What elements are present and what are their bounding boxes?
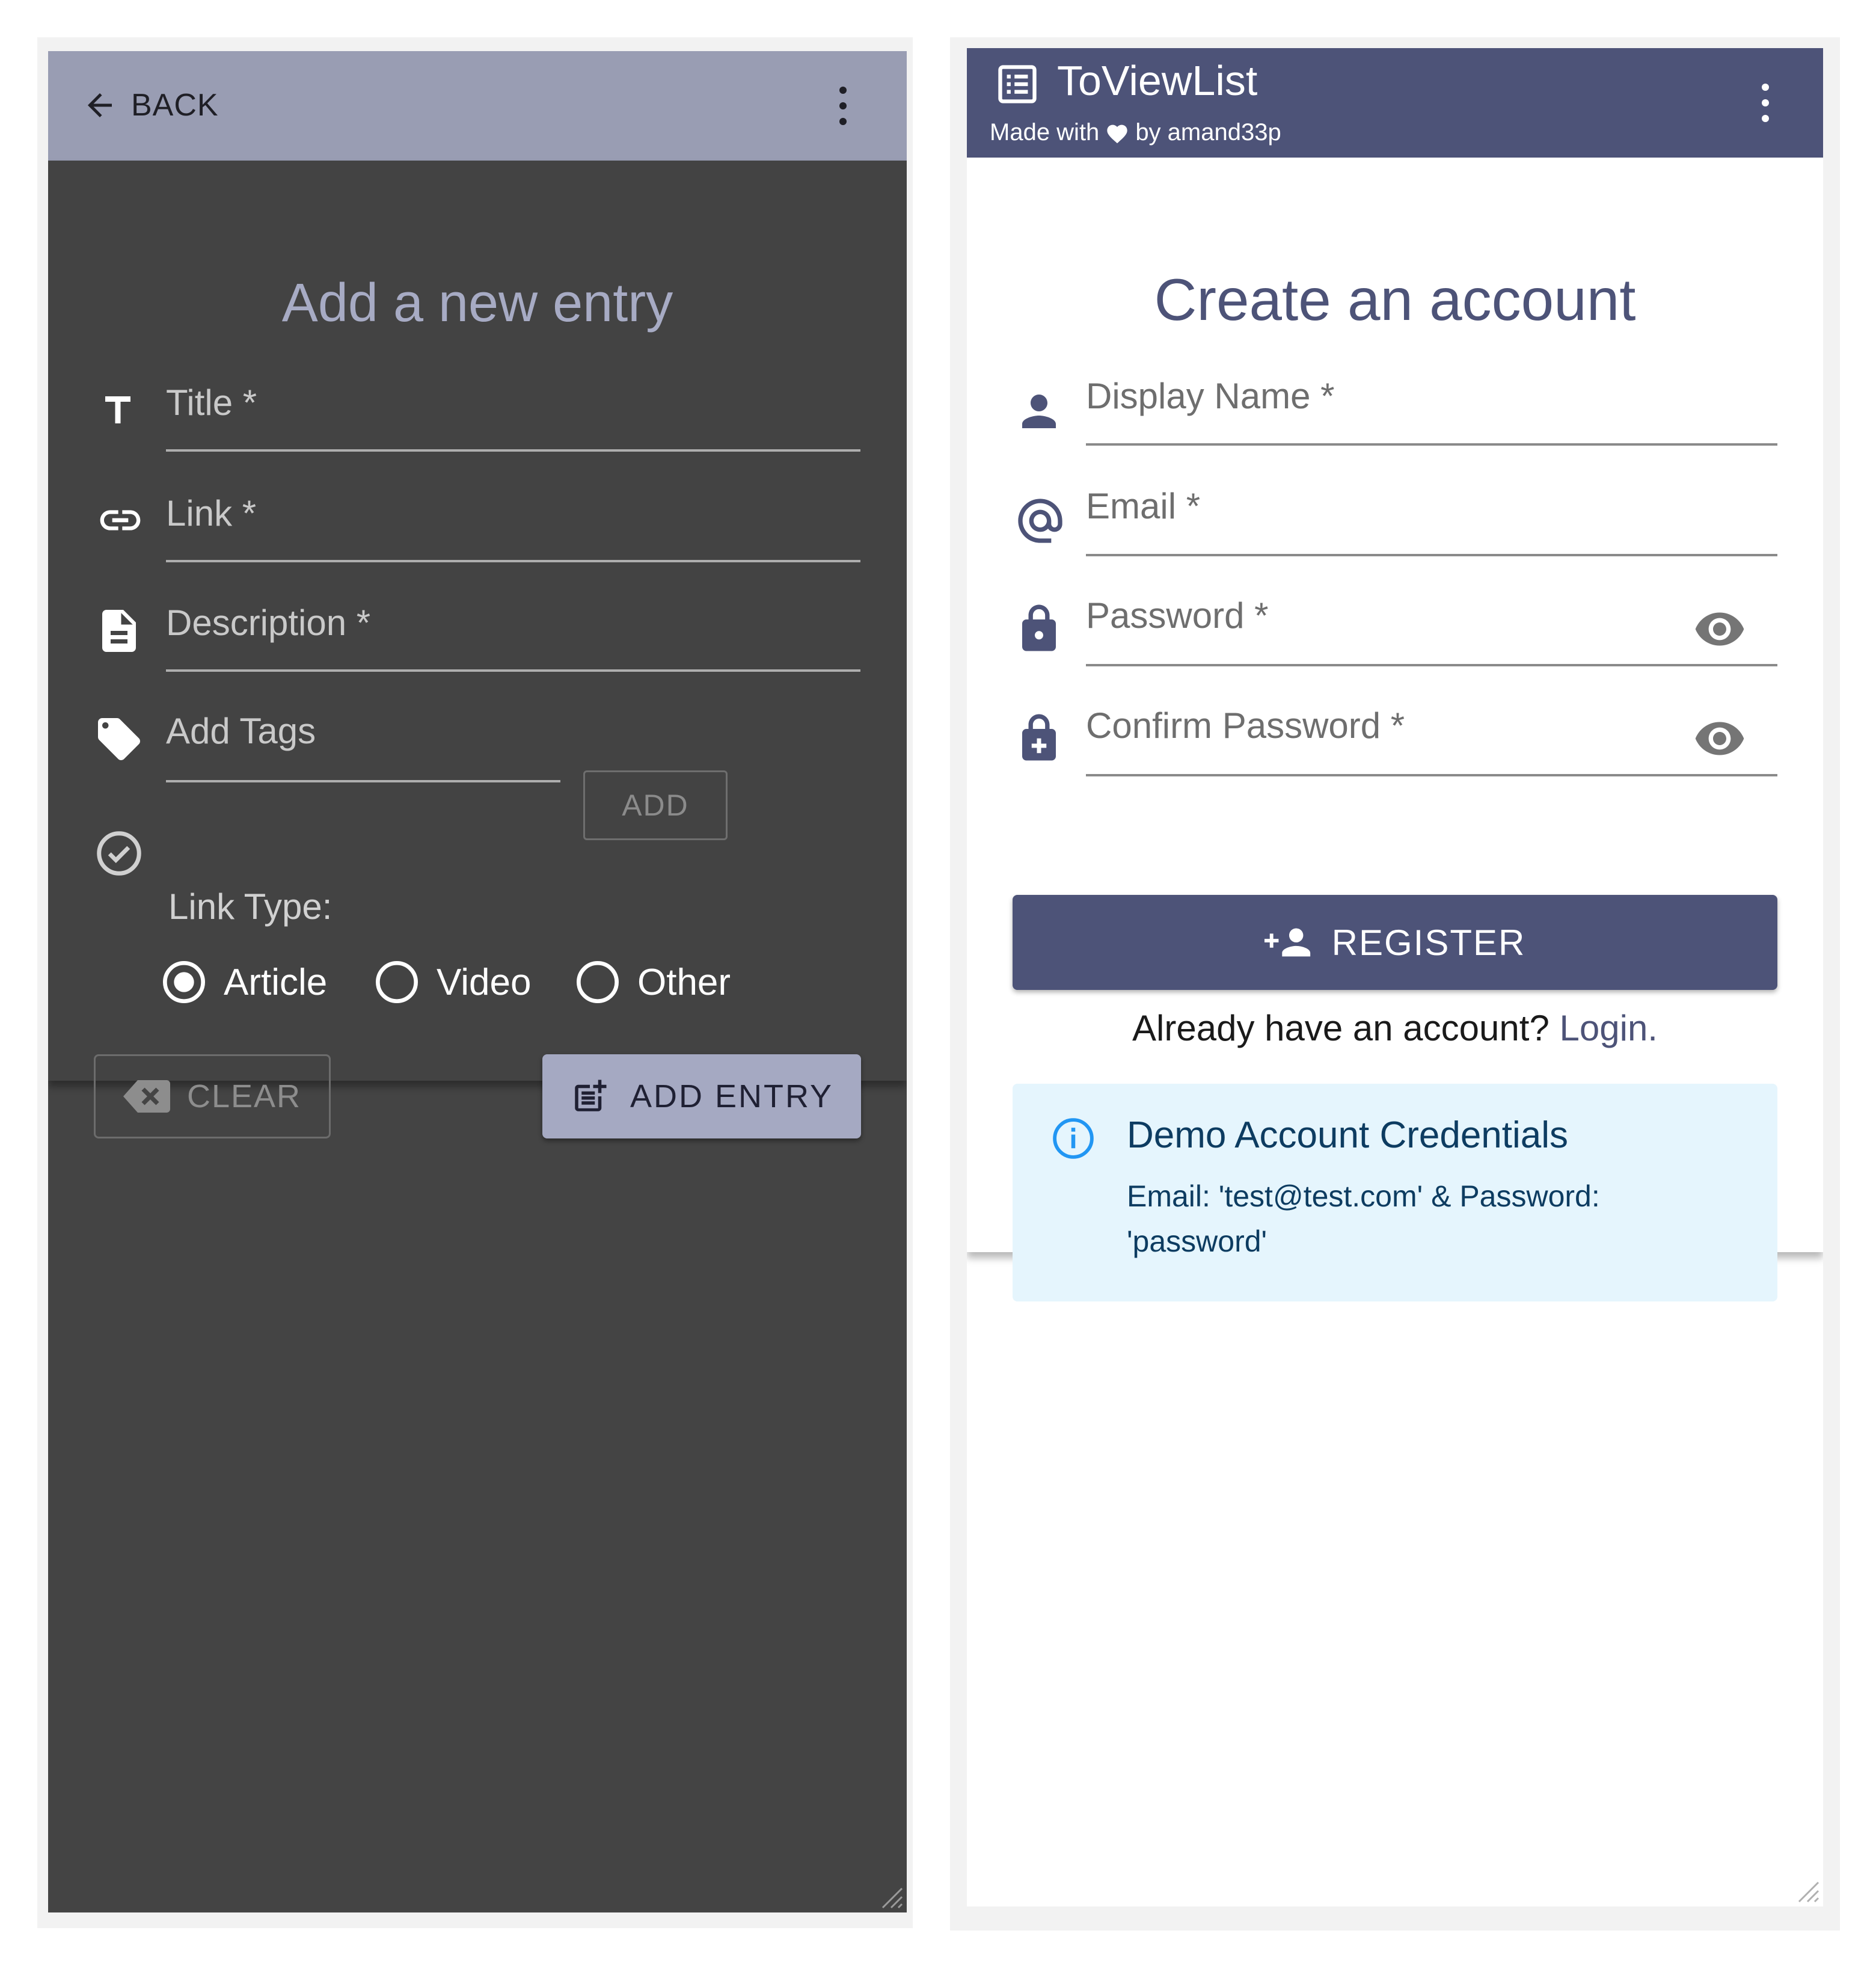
back-label: BACK bbox=[131, 88, 219, 123]
add-entry-screen: BACK Add a new entry Title * Link * Desc… bbox=[48, 51, 907, 1912]
tags-field[interactable]: Add Tags bbox=[166, 710, 316, 752]
title-field[interactable]: Title * bbox=[166, 382, 257, 423]
register-screen: ToViewList Made with by amand33p Create … bbox=[967, 48, 1823, 1906]
check-circle-icon bbox=[94, 828, 144, 879]
description-underline bbox=[166, 669, 860, 672]
add-entry-button[interactable]: ADD ENTRY bbox=[542, 1054, 861, 1138]
login-prompt: Already have an account? Login. bbox=[967, 1007, 1823, 1049]
more-vert-icon[interactable] bbox=[1758, 81, 1773, 124]
resize-grip-icon[interactable] bbox=[877, 1882, 903, 1909]
at-icon bbox=[1014, 494, 1067, 547]
eye-icon[interactable] bbox=[1693, 603, 1746, 656]
link-type-label: Link Type: bbox=[168, 886, 333, 927]
add-entry-label: ADD ENTRY bbox=[630, 1078, 834, 1114]
display-name-field[interactable]: Display Name * bbox=[1086, 375, 1334, 417]
description-field[interactable]: Description * bbox=[166, 602, 370, 644]
radio-unchecked-icon bbox=[376, 961, 418, 1003]
subtitle-suffix[interactable]: by amand33p bbox=[1135, 119, 1281, 146]
confirm-password-field[interactable]: Confirm Password * bbox=[1086, 705, 1405, 746]
confirm-password-underline bbox=[1086, 774, 1777, 776]
radio-article-label: Article bbox=[224, 961, 328, 1003]
email-underline bbox=[1086, 554, 1777, 556]
register-title: Create an account bbox=[1154, 266, 1636, 333]
person-icon bbox=[1014, 386, 1064, 437]
back-button[interactable]: BACK bbox=[82, 75, 219, 135]
demo-credentials-alert: Demo Account Credentials Email: 'test@te… bbox=[1013, 1084, 1777, 1301]
app-bar: BACK bbox=[48, 51, 907, 161]
post-add-icon bbox=[570, 1077, 610, 1116]
register-button[interactable]: REGISTER bbox=[1013, 895, 1777, 990]
heart-icon bbox=[1105, 121, 1129, 144]
app-title[interactable]: ToViewList bbox=[1057, 57, 1257, 105]
more-vert-icon[interactable] bbox=[836, 84, 850, 127]
demo-alert-title: Demo Account Credentials bbox=[1127, 1114, 1569, 1156]
lock-plus-icon bbox=[1014, 710, 1064, 765]
app-subtitle: Made with by amand33p bbox=[990, 119, 1281, 146]
app-bar: ToViewList Made with by amand33p bbox=[967, 48, 1823, 158]
radio-video-label: Video bbox=[437, 961, 532, 1003]
resize-grip-icon[interactable] bbox=[1793, 1876, 1819, 1903]
email-field[interactable]: Email * bbox=[1086, 485, 1200, 527]
subtitle-prefix: Made with bbox=[990, 119, 1100, 146]
title-underline bbox=[166, 449, 860, 452]
login-prompt-text: Already have an account? bbox=[1132, 1008, 1550, 1048]
link-underline bbox=[166, 560, 860, 562]
register-card: Create an account Display Name * Email *… bbox=[967, 158, 1823, 1301]
title-text-icon bbox=[96, 389, 139, 432]
document-icon bbox=[94, 606, 144, 656]
radio-other[interactable]: Other bbox=[574, 958, 731, 1006]
radio-video[interactable]: Video bbox=[373, 958, 531, 1006]
radio-checked-icon bbox=[163, 961, 205, 1003]
tags-underline bbox=[166, 780, 560, 782]
register-label: REGISTER bbox=[1331, 922, 1526, 963]
demo-alert-body: Email: 'test@test.com' & Password: 'pass… bbox=[1127, 1179, 1600, 1258]
link-field[interactable]: Link * bbox=[166, 493, 256, 534]
add-entry-card: Add a new entry Title * Link * Descripti… bbox=[48, 161, 907, 1138]
person-add-icon bbox=[1264, 923, 1314, 962]
clear-label: CLEAR bbox=[186, 1078, 302, 1114]
login-link[interactable]: Login. bbox=[1560, 1008, 1658, 1048]
radio-article[interactable]: Article bbox=[160, 958, 327, 1006]
add-tag-button[interactable]: ADD bbox=[583, 770, 728, 840]
tag-icon bbox=[94, 714, 144, 764]
display-name-underline bbox=[1086, 443, 1777, 446]
eye-icon[interactable] bbox=[1693, 712, 1746, 765]
clear-button[interactable]: CLEAR bbox=[94, 1054, 331, 1138]
radio-unchecked-icon bbox=[577, 961, 619, 1003]
lock-icon bbox=[1014, 600, 1064, 656]
password-underline bbox=[1086, 664, 1777, 666]
password-field[interactable]: Password * bbox=[1086, 595, 1268, 636]
info-icon bbox=[1050, 1115, 1097, 1162]
backspace-icon bbox=[123, 1078, 170, 1115]
arrow-left-icon bbox=[82, 87, 118, 123]
list-icon[interactable] bbox=[995, 61, 1040, 107]
link-icon bbox=[96, 496, 144, 544]
form-title: Add a new entry bbox=[281, 273, 673, 333]
radio-other-label: Other bbox=[637, 961, 731, 1003]
